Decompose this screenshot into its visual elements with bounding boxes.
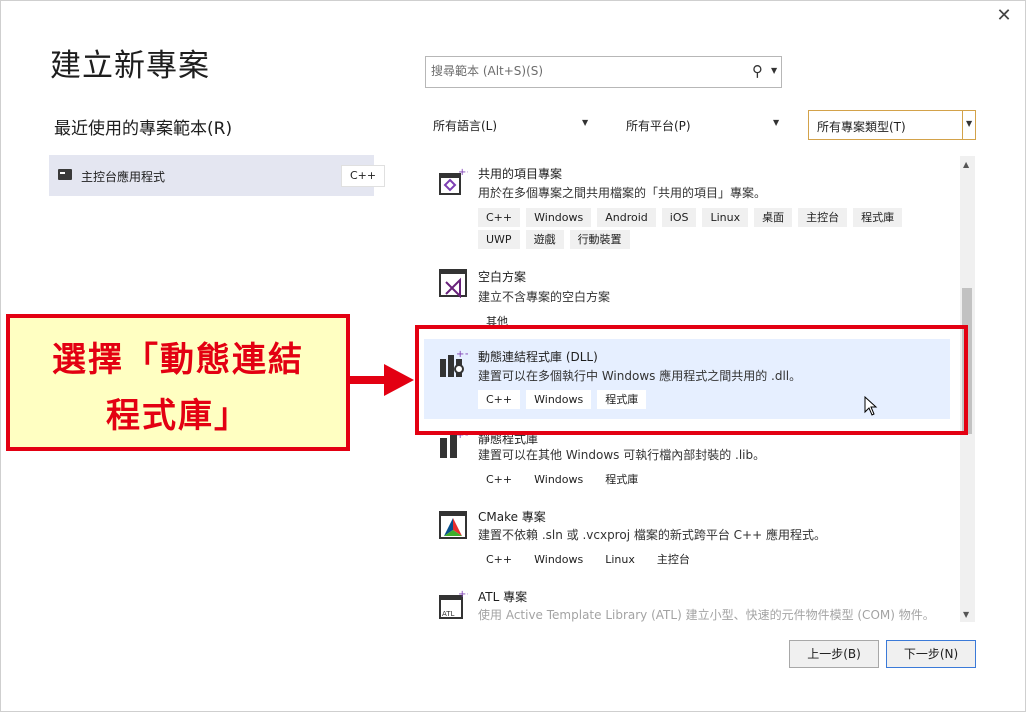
chevron-down-icon: ▼	[773, 118, 780, 127]
annotation-callout: 選擇「動態連結 程式庫」	[6, 314, 350, 451]
search-icon[interactable]: ⚲	[752, 62, 763, 80]
template-tags: C++ Windows 程式庫	[478, 470, 948, 492]
scroll-up-icon[interactable]: ▲	[963, 160, 969, 169]
chevron-down-icon: ▼	[966, 119, 973, 128]
page-title: 建立新專案	[50, 48, 210, 84]
recent-template-console-app[interactable]: 主控台應用程式 C++	[49, 155, 385, 196]
template-search-box[interactable]: ⚲ ▼	[425, 56, 782, 88]
language-filter-dropdown[interactable]: 所有語言(L) ▼	[425, 110, 595, 138]
project-type-filter-value: 所有專案類型(T)	[817, 120, 906, 134]
back-button[interactable]: 上一步(B)	[789, 640, 879, 668]
template-description: 使用 Active Template Library (ATL) 建立小型、快速…	[478, 608, 935, 622]
tag: Android	[597, 208, 656, 227]
close-icon[interactable]: ✕	[994, 6, 1014, 26]
next-button[interactable]: 下一步(N)	[886, 640, 976, 668]
svg-text:++: ++	[458, 167, 468, 178]
template-name: CMake 專案	[478, 510, 546, 524]
dll-highlight-box	[415, 325, 968, 435]
tag: 桌面	[754, 208, 793, 227]
template-name: 共用的項目專案	[478, 167, 563, 181]
template-item-atl[interactable]: ++ ATL ATL 專案 使用 Active Template Library…	[424, 584, 950, 622]
template-tags: C++ Windows Android iOS Linux 桌面 主控台 程式庫 UWP 遊戲 行動…	[478, 208, 948, 252]
tag: 主控台	[798, 208, 848, 227]
project-type-filter-dropdown[interactable]: 所有專案類型(T) ▼	[808, 110, 976, 140]
template-name: ATL 專案	[478, 590, 528, 604]
tag: 遊戲	[525, 230, 564, 249]
mouse-cursor-icon	[864, 396, 878, 416]
annotation-arrow-icon	[384, 364, 414, 396]
template-item-blank-solution[interactable]: 空白方案 建立不含專案的空白方案 其他	[424, 258, 950, 330]
template-description: 建置可以在其他 Windows 可執行檔內部封裝的 .lib。	[478, 448, 766, 462]
template-description: 建置不依賴 .sln 或 .vcxproj 檔案的新式跨平台 C++ 應用程式。	[478, 528, 826, 542]
template-item-shared-items[interactable]: ++ 共用的項目專案 用於在多個專案之間共用檔案的「共用的項目」專案。 C++ W…	[424, 156, 950, 256]
tag: Windows	[526, 208, 592, 227]
template-item-cmake[interactable]: CMake 專案 建置不依賴 .sln 或 .vcxproj 檔案的新式跨平台 …	[424, 504, 950, 584]
chevron-down-icon: ▼	[582, 118, 589, 127]
recent-template-label: 主控台應用程式	[81, 170, 166, 184]
tag: 程式庫	[605, 473, 639, 486]
template-description: 用於在多個專案之間共用檔案的「共用的項目」專案。	[478, 186, 767, 200]
recent-templates-heading: 最近使用的專案範本(R)	[54, 119, 233, 139]
svg-text:++: ++	[458, 590, 468, 600]
platform-filter-dropdown[interactable]: 所有平台(P) ▼	[618, 110, 788, 138]
blank-solution-icon	[439, 269, 467, 298]
tag: C++	[478, 208, 521, 227]
atl-project-icon: ++ ATL	[439, 590, 468, 619]
annotation-line-1: 選擇「動態連結	[52, 340, 304, 380]
tag: Linux	[605, 553, 635, 566]
cmake-icon	[439, 511, 467, 539]
template-item-static-library[interactable]: ++ 靜態程式庫 建置可以在其他 Windows 可執行檔內部封裝的 .lib。…	[424, 428, 950, 500]
tag: C++	[486, 473, 513, 486]
template-name: 空白方案	[478, 270, 527, 284]
scroll-down-icon[interactable]: ▼	[963, 610, 969, 619]
tag: UWP	[478, 230, 520, 249]
tag: Linux	[702, 208, 749, 227]
tag: iOS	[661, 208, 697, 227]
tag: 行動裝置	[569, 230, 630, 249]
platform-filter-value: 所有平台(P)	[626, 119, 691, 133]
tag: C++	[486, 553, 513, 566]
tag: 程式庫	[853, 208, 903, 227]
annotation-line-2: 程式庫」	[106, 396, 250, 436]
search-options-chevron-icon[interactable]: ▼	[771, 66, 777, 75]
tag: 主控台	[656, 553, 690, 566]
template-description: 建立不含專案的空白方案	[478, 290, 611, 304]
search-input[interactable]	[426, 57, 741, 85]
recent-template-language-tag: C++	[341, 165, 385, 187]
template-tags: C++ Windows Linux 主控台	[478, 550, 948, 572]
language-filter-value: 所有語言(L)	[433, 119, 498, 133]
console-app-icon	[58, 169, 72, 180]
tag: Windows	[534, 473, 584, 486]
dropdown-separator	[962, 111, 963, 139]
tag: Windows	[534, 553, 584, 566]
shared-items-icon: ++	[439, 167, 468, 195]
annotation-arrow-shaft	[348, 376, 386, 384]
svg-text:ATL: ATL	[442, 610, 455, 618]
